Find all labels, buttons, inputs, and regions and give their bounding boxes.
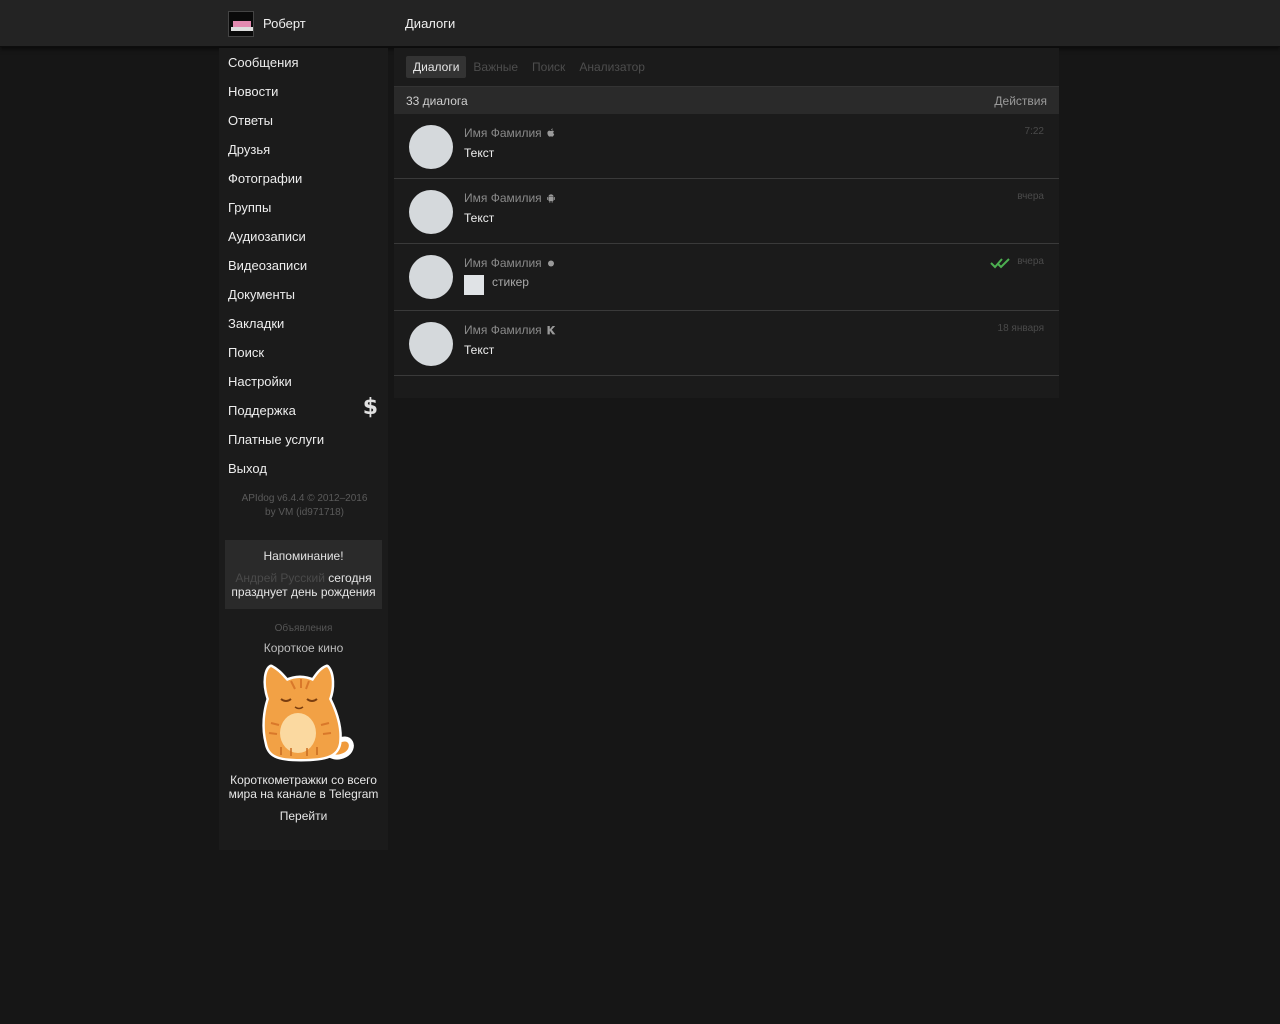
page-title: Диалоги: [405, 16, 456, 31]
reminder-friend-link[interactable]: Андрей Русский: [235, 571, 325, 585]
dialog-item[interactable]: Имя Фамилия вчера стикер: [394, 245, 1059, 311]
double-check-icon: [990, 258, 1010, 269]
sidebar-item-video[interactable]: Видеозаписи: [219, 255, 388, 284]
sidebar-item-support[interactable]: Поддержка $: [219, 397, 388, 429]
dialog-time: 18 января: [997, 323, 1044, 334]
sidebar-item-photos[interactable]: Фотографии: [219, 168, 388, 197]
tab-important[interactable]: Важные: [466, 56, 525, 78]
dialog-item[interactable]: Имя Фамилия вчера Текст: [394, 180, 1059, 244]
top-bar: Роберт Диалоги: [0, 0, 1280, 47]
ads-title[interactable]: Короткое кино: [219, 641, 388, 655]
dialog-name[interactable]: Имя Фамилия: [464, 126, 542, 140]
dialog-item[interactable]: Имя Фамилия 18 января Текст: [394, 312, 1059, 376]
tab-dialogs[interactable]: Диалоги: [406, 56, 467, 78]
dialog-name[interactable]: Имя Фамилия: [464, 191, 542, 205]
avatar[interactable]: [409, 322, 453, 366]
dialogs-panel: Диалоги Важные Поиск Анализатор 33 диало…: [394, 48, 1059, 398]
apple-icon: [547, 128, 554, 137]
dialog-time: 7:22: [1024, 126, 1044, 137]
sidebar-item-news[interactable]: Новости: [219, 81, 388, 110]
reminder-title: Напоминание!: [263, 549, 344, 563]
reminder-text: Андрей Русский сегодня празднует день ро…: [231, 571, 376, 599]
user-profile-link[interactable]: Роберт: [228, 10, 306, 37]
copyright-line: APIdog v6.4.4 © 2012–2016: [241, 493, 368, 504]
sidebar-item-audio[interactable]: Аудиозаписи: [219, 226, 388, 255]
tab-analyzer[interactable]: Анализатор: [572, 56, 652, 78]
sidebar-menu: Сообщения Новости Ответы Друзья Фотограф…: [219, 48, 388, 487]
sticker-thumbnail: [464, 275, 484, 295]
tabs: Диалоги Важные Поиск Анализатор: [406, 56, 652, 78]
dialog-message: Текст: [464, 146, 495, 160]
dialog-message: Текст: [464, 343, 495, 357]
dialogs-count: 33 диалога: [406, 94, 468, 108]
sidebar-item-replies[interactable]: Ответы: [219, 110, 388, 139]
sidebar-item-paid-services[interactable]: Платные услуги: [219, 429, 388, 458]
dialog-message: стикер: [492, 275, 529, 289]
online-dot-icon: [547, 260, 554, 267]
ads-link[interactable]: Перейти: [219, 809, 388, 823]
dialog-name[interactable]: Имя Фамилия: [464, 323, 542, 337]
ads-label: Объявления: [274, 623, 333, 634]
sidebar-item-label: Поддержка: [228, 403, 296, 418]
sidebar-item-logout[interactable]: Выход: [219, 458, 388, 487]
birthday-reminder: Напоминание! Андрей Русский сегодня праз…: [225, 540, 382, 609]
ads-text: Короткометражки со всего мира на канале …: [228, 773, 379, 801]
sidebar-item-bookmarks[interactable]: Закладки: [219, 313, 388, 342]
dollar-icon[interactable]: $: [363, 397, 378, 419]
copyright: APIdog v6.4.4 © 2012–2016 by VM (id97171…: [219, 492, 388, 520]
tab-search[interactable]: Поиск: [525, 56, 572, 78]
user-name: Роберт: [263, 16, 306, 31]
dialog-time: вчера: [1017, 256, 1044, 267]
actions-button[interactable]: Действия: [994, 94, 1047, 108]
sidebar-item-search[interactable]: Поиск: [219, 342, 388, 371]
list-header: 33 диалога Действия: [394, 86, 1059, 114]
sidebar-item-groups[interactable]: Группы: [219, 197, 388, 226]
copyright-author[interactable]: by VM (id971718): [221, 506, 388, 520]
cat-sticker-image[interactable]: [251, 663, 357, 763]
dialog-message: Текст: [464, 211, 495, 225]
kate-mobile-icon: [547, 326, 556, 335]
dialog-time: вчера: [1017, 191, 1044, 202]
dialog-name[interactable]: Имя Фамилия: [464, 256, 542, 270]
avatar[interactable]: [409, 125, 453, 169]
dialog-item[interactable]: Имя Фамилия 7:22 Текст: [394, 115, 1059, 179]
avatar[interactable]: [409, 190, 453, 234]
avatar[interactable]: [409, 255, 453, 299]
sidebar-item-messages[interactable]: Сообщения: [219, 52, 388, 81]
sidebar: Сообщения Новости Ответы Друзья Фотограф…: [219, 48, 388, 850]
user-avatar: [228, 10, 254, 37]
android-icon: [546, 194, 555, 203]
sidebar-item-documents[interactable]: Документы: [219, 284, 388, 313]
sidebar-item-friends[interactable]: Друзья: [219, 139, 388, 168]
